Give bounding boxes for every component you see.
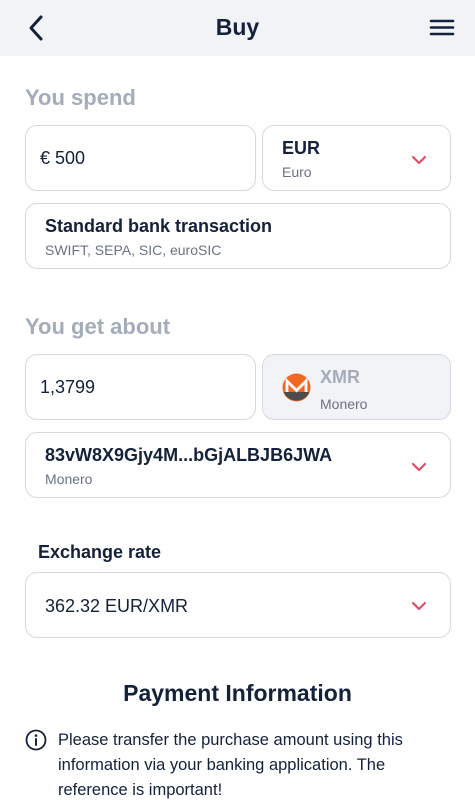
chevron-down-icon — [411, 462, 427, 472]
receive-currency-name: Monero — [320, 396, 368, 412]
receive-currency-select: XMR Monero — [262, 354, 451, 420]
page-title: Buy — [215, 14, 260, 40]
receive-amount-value: 1,3799 — [40, 377, 96, 397]
chevron-down-icon — [411, 155, 427, 165]
receive-section-label: You get about — [25, 314, 171, 339]
top-bar: Buy — [0, 0, 475, 56]
spend-amount-input[interactable]: € 500 — [25, 125, 256, 191]
wallet-network-label: Monero — [45, 471, 93, 487]
spend-currency-select[interactable]: EUR Euro — [262, 125, 451, 191]
spend-currency-code: EUR — [282, 138, 321, 158]
receive-amount-input[interactable]: 1,3799 — [25, 354, 256, 420]
payment-method-select[interactable]: Standard bank transaction SWIFT, SEPA, S… — [25, 203, 451, 269]
hamburger-menu-icon — [429, 19, 455, 36]
payment-info-title: Payment Information — [123, 680, 352, 706]
receive-currency-code: XMR — [320, 367, 360, 387]
chevron-down-icon — [411, 601, 427, 611]
payment-method-subtitle: SWIFT, SEPA, SIC, euroSIC — [45, 242, 222, 258]
info-icon — [25, 729, 47, 751]
monero-logo-icon — [282, 373, 311, 402]
exchange-rate-select[interactable]: 362.32 EUR/XMR — [25, 572, 451, 638]
menu-button[interactable] — [429, 14, 455, 40]
wallet-address-value: 83vW8X9Gjy4M...bGjALBJB6JWA — [45, 445, 333, 465]
exchange-rate-value: 362.32 EUR/XMR — [45, 596, 189, 616]
spend-amount-value: € 500 — [40, 148, 86, 168]
wallet-address-select[interactable]: 83vW8X9Gjy4M...bGjALBJB6JWA Monero — [25, 432, 451, 498]
spend-currency-name: Euro — [282, 164, 312, 180]
payment-info-text: Please transfer the purchase amount usin… — [58, 731, 403, 799]
spend-section-label: You spend — [25, 85, 136, 110]
payment-method-title: Standard bank transaction — [45, 216, 273, 236]
exchange-rate-label: Exchange rate — [38, 542, 162, 562]
